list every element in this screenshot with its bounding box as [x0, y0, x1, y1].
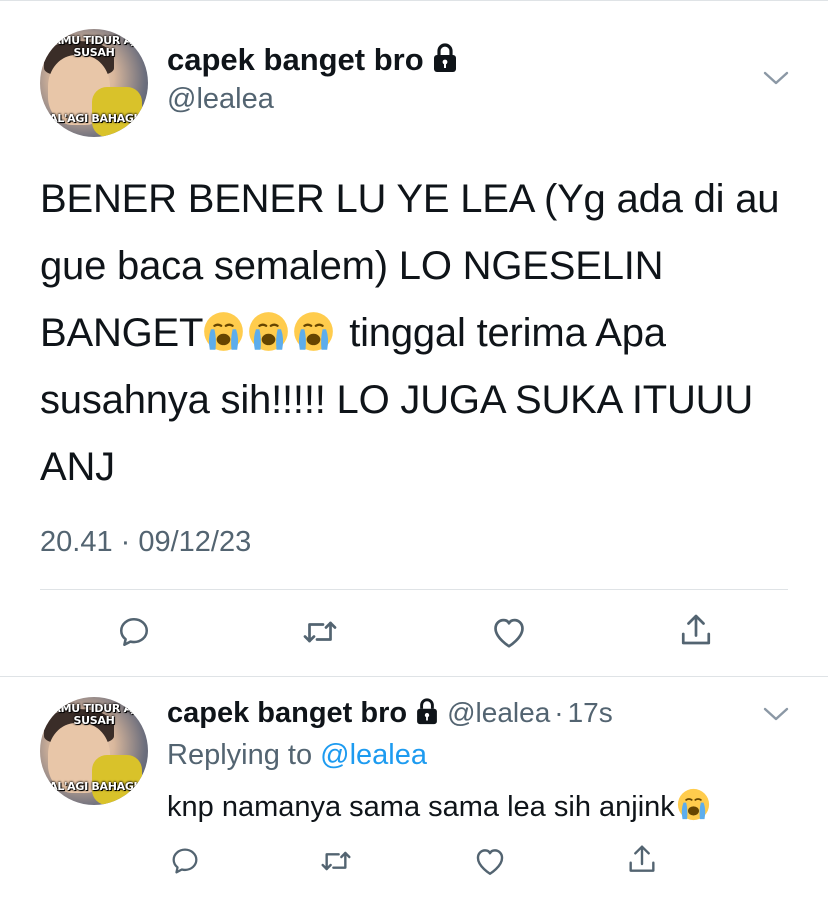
retweet-button[interactable]: [298, 612, 342, 652]
like-button[interactable]: [471, 843, 509, 879]
crying-face-icon: [677, 788, 709, 821]
reply-text: knp namanya sama sama lea sih anjink: [167, 788, 714, 824]
replying-to-mention[interactable]: @lealea: [320, 739, 427, 771]
share-icon: [629, 845, 655, 872]
display-name[interactable]: capek banget bro: [167, 42, 424, 78]
timestamp[interactable]: 20.41 · 09/12/23: [40, 526, 251, 559]
reply-icon: [119, 617, 149, 647]
lock-icon: [432, 42, 458, 78]
retweet-icon: [321, 851, 351, 871]
reply-button[interactable]: [167, 843, 203, 879]
tweet-text: BENER BENER LU YE LEA (Yg ada di au gue …: [40, 177, 780, 489]
share-button[interactable]: [676, 610, 716, 652]
top-divider: [0, 0, 828, 1]
reply-time[interactable]: 17s: [568, 697, 613, 729]
heart-icon: [494, 618, 524, 648]
reply-author-row[interactable]: capek banget bro @lealea · 17s: [167, 697, 613, 730]
avatar-caption-bottom: PAL'AGI BAHAGIA: [42, 112, 146, 125]
handle[interactable]: @lealea: [167, 83, 274, 116]
avatar-caption-top: KAMU TIDUR AJA SUSAH: [44, 34, 144, 59]
chevron-down-icon[interactable]: [763, 706, 789, 722]
emoji-group: [203, 311, 338, 355]
author-name-row[interactable]: capek banget bro: [167, 42, 458, 78]
heart-icon: [476, 849, 504, 875]
retweet-button[interactable]: [316, 843, 356, 879]
reply-button[interactable]: [114, 612, 154, 652]
retweet-icon: [303, 621, 337, 643]
divider: [0, 676, 828, 677]
crying-face-icon: [294, 312, 334, 351]
avatar[interactable]: KAMU TIDUR AJA SUSAH PAL'AGI BAHAGIA: [40, 29, 148, 137]
like-button[interactable]: [488, 612, 530, 652]
lock-icon: [415, 697, 439, 730]
share-button[interactable]: [624, 841, 660, 879]
separator: ·: [554, 697, 564, 728]
crying-face-icon: [249, 312, 289, 351]
replying-to: Replying to @lealea: [167, 739, 427, 771]
avatar-caption-top: KAMU TIDUR AJA SUSAH: [44, 702, 144, 727]
avatar-caption-bottom: PAL'AGI BAHAGIA: [42, 780, 146, 793]
crying-face-icon: [204, 312, 244, 351]
reply-avatar[interactable]: KAMU TIDUR AJA SUSAH PAL'AGI BAHAGIA: [40, 697, 148, 805]
reply-handle[interactable]: @lealea: [447, 697, 550, 729]
chevron-down-icon[interactable]: [763, 70, 789, 86]
reply-display-name[interactable]: capek banget bro: [167, 697, 407, 730]
share-icon: [681, 614, 711, 645]
divider: [40, 589, 788, 590]
reply-icon: [172, 848, 198, 874]
